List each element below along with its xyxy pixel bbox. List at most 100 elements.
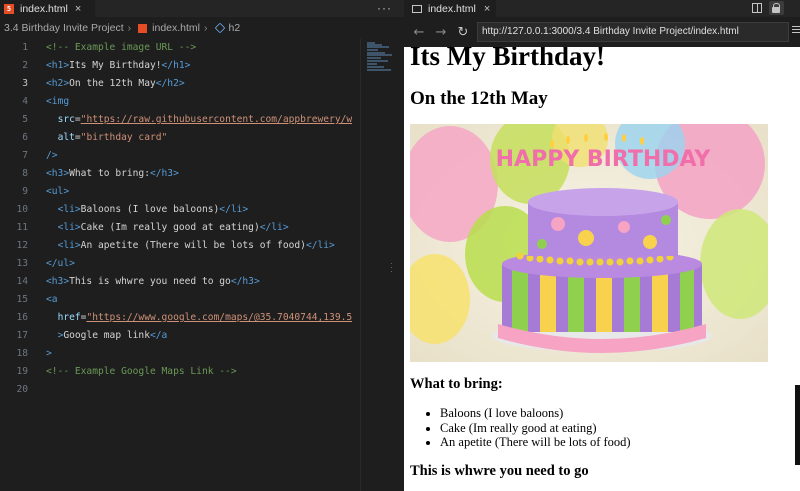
back-button[interactable]: ← [408, 25, 430, 40]
browser-tab-index-html[interactable]: index.html × [404, 0, 496, 17]
chevron-right-icon: › [204, 22, 208, 34]
code-line[interactable]: 2 <h1>Its My Birthday!</h1> [0, 57, 360, 75]
line-number: 12 [16, 240, 28, 251]
minimap-line [367, 66, 384, 68]
code-area[interactable]: 1 <!-- Example image URL --> 2 <h1>Its My B… [0, 39, 360, 399]
page-title: Its My Birthday! [410, 47, 605, 71]
line-number: 20 [16, 384, 28, 395]
code-token: Its My Birthday! [69, 60, 162, 71]
page-subtitle: On the 12th May [410, 88, 548, 109]
code-text: src="https://raw.githubusercontent.com/a… [28, 111, 353, 129]
editor-tab-index-html[interactable]: 5 index.html × [0, 0, 95, 17]
code-line[interactable]: 12 <li>An apetite (There will be lots of… [0, 237, 360, 255]
more-actions-icon[interactable]: ··· [377, 1, 392, 15]
lock-icon[interactable] [769, 1, 784, 15]
split-editor-icon[interactable] [752, 3, 762, 13]
code-token: </li> [305, 240, 335, 251]
code-line[interactable]: 10 <li>Baloons (I love baloons)</li> [0, 201, 360, 219]
code-token: href [57, 312, 81, 323]
browser-navbar: ← → ↻ http://127.0.0.1:3000/3.4 Birthday… [404, 17, 800, 47]
code-text: href="https://www.google.com/maps/@35.70… [28, 309, 353, 327]
code-text: </ul> [28, 255, 75, 273]
code-line[interactable]: 3 <h2>On the 12th May</h2> [0, 75, 360, 93]
breadcrumb-file[interactable]: index.html [152, 22, 200, 34]
line-number: 10 [16, 204, 28, 215]
code-token: </a [149, 330, 168, 341]
code-text: alt="birthday card" [28, 129, 168, 147]
code-line[interactable]: 6 alt="birthday card" [0, 129, 360, 147]
minimap-line [367, 60, 388, 62]
rendered-page: Its My Birthday! On the 12th May HAPPY B… [404, 47, 800, 491]
minimap-line [367, 69, 391, 71]
code-line[interactable]: 1 <!-- Example image URL --> [0, 39, 360, 57]
line-number: 13 [16, 258, 28, 269]
line-number: 14 [16, 276, 28, 287]
code-token: "https://raw.githubusercontent.com/appbr… [80, 114, 353, 125]
code-text: <!-- Example Google Maps Link --> [28, 363, 237, 381]
code-token: This is whwre you need to go [69, 276, 231, 287]
drag-handle-icon[interactable]: · · · [390, 260, 393, 276]
chevron-right-icon: › [127, 22, 132, 34]
line-number: 1 [22, 42, 28, 53]
code-line[interactable]: 5 src="https://raw.githubusercontent.com… [0, 111, 360, 129]
code-token: <a [46, 294, 58, 305]
html5-icon [138, 23, 148, 33]
breadcrumb-symbol[interactable]: h2 [229, 22, 241, 34]
code-line[interactable]: 11 <li>Cake (Im really good at eating)</… [0, 219, 360, 237]
browser-tab-bar: index.html × [404, 0, 800, 17]
code-line[interactable]: 16 href="https://www.google.com/maps/@35… [0, 309, 360, 327]
minimap[interactable] [360, 39, 404, 491]
code-token: <!-- Example image URL --> [46, 42, 197, 53]
minimap-line [367, 54, 392, 56]
code-line[interactable]: 13 </ul> [0, 255, 360, 273]
url-input[interactable]: http://127.0.0.1:3000/3.4 Birthday Invit… [477, 22, 789, 42]
code-line[interactable]: 17 >Google map link</a [0, 327, 360, 345]
code-token: </h3> [230, 276, 260, 287]
code-line[interactable]: 4 <img [0, 93, 360, 111]
line-number: 3 [22, 78, 28, 89]
code-token: On the 12th May [69, 78, 156, 89]
code-text: <!-- Example image URL --> [28, 39, 196, 57]
reload-button[interactable]: ↻ [452, 25, 474, 40]
code-token: "birthday card" [80, 132, 168, 143]
minimap-line [367, 63, 377, 65]
code-token: An apetite (There will be lots of food) [80, 240, 306, 251]
close-icon[interactable]: × [484, 3, 490, 15]
code-text: <li>Cake (Im really good at eating)</li> [28, 219, 289, 237]
code-editor[interactable]: 5 index.html × ··· 3.4 Birthday Invite P… [0, 0, 404, 491]
code-token: What to bring: [69, 168, 150, 179]
code-line[interactable]: 8 <h3>What to bring:</h3> [0, 165, 360, 183]
code-line[interactable]: 15 <a [0, 291, 360, 309]
code-token: "https://www.google.com/maps/@35.7040744… [86, 312, 353, 323]
editor-tab-bar: 5 index.html × ··· [0, 0, 404, 17]
code-line[interactable]: 9 <ul> [0, 183, 360, 201]
list-item: An apetite (There will be lots of food) [440, 435, 631, 450]
side-widget[interactable] [795, 385, 800, 465]
code-token: <li> [57, 240, 81, 251]
code-token: <img [46, 96, 70, 107]
code-line[interactable]: 19 <!-- Example Google Maps Link --> [0, 363, 360, 381]
minimap-line [367, 49, 378, 51]
code-token: <li> [57, 222, 81, 233]
code-token: </h2> [155, 78, 185, 89]
line-number: 6 [22, 132, 28, 143]
code-line[interactable]: 14 <h3>This is whwre you need to go</h3> [0, 273, 360, 291]
code-token: <h3> [46, 168, 70, 179]
list-item: Baloons (I love baloons) [440, 406, 631, 421]
code-line[interactable]: 18 > [0, 345, 360, 363]
close-icon[interactable]: × [75, 3, 81, 15]
breadcrumb-folder[interactable]: 3.4 Birthday Invite Project [4, 22, 124, 34]
line-number: 2 [22, 60, 28, 71]
code-line[interactable]: 7 /> [0, 147, 360, 165]
browser-icon [412, 4, 422, 13]
code-text: <h3>What to bring:</h3> [28, 165, 179, 183]
code-line[interactable]: 20 [0, 381, 360, 399]
menu-icon[interactable] [792, 26, 800, 35]
forward-button[interactable]: → [430, 25, 452, 40]
code-token: <li> [57, 204, 81, 215]
code-token: </li> [259, 222, 289, 233]
line-number: 4 [22, 96, 28, 107]
code-token: <!-- Example Google Maps Link --> [46, 366, 237, 377]
